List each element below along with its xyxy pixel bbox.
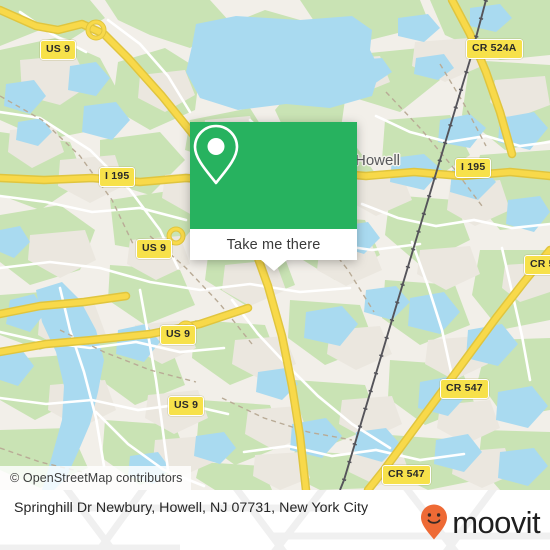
map-canvas[interactable]: Howell US 9 I 195 US 9 US 9 US 9 CR 524A…	[0, 0, 550, 490]
map-pin-icon	[193, 124, 239, 185]
road-shield-us9-2: US 9	[136, 239, 173, 259]
osm-attribution-text: © OpenStreetMap contributors	[10, 471, 183, 485]
footer-bar: Springhill Dr Newbury, Howell, NJ 07731,…	[0, 490, 550, 550]
road-shield-cr547-1: CR 547	[524, 255, 550, 275]
road-shield-us9-3: US 9	[160, 325, 197, 345]
take-me-there-label: Take me there	[226, 236, 321, 253]
moovit-brand-name: moovit	[452, 504, 540, 540]
popup-tail-icon	[260, 260, 287, 271]
road-shield-us9-4: US 9	[168, 396, 205, 416]
moovit-brand-logo[interactable]: moovit	[419, 503, 541, 541]
place-label-howell: Howell	[355, 152, 401, 169]
road-shield-i195-2: I 195	[455, 158, 492, 178]
location-address: Springhill Dr Newbury, Howell, NJ 07731,…	[14, 500, 369, 516]
road-shield-i195-1: I 195	[99, 167, 136, 187]
road-shield-cr524a: CR 524A	[466, 39, 523, 59]
location-popup-card[interactable]: Take me there	[190, 122, 357, 271]
popup-icon-area	[190, 122, 357, 229]
road-shield-us9-1: US 9	[40, 40, 77, 60]
osm-attribution[interactable]: © OpenStreetMap contributors	[0, 466, 191, 490]
road-shield-cr547-2: CR 547	[440, 379, 489, 399]
moovit-smiley-pin-icon	[421, 504, 448, 540]
moovit-map-screenshot: Howell US 9 I 195 US 9 US 9 US 9 CR 524A…	[0, 0, 550, 550]
road-shield-cr547-3: CR 547	[382, 465, 431, 485]
popup-action-bar[interactable]: Take me there	[190, 229, 357, 271]
